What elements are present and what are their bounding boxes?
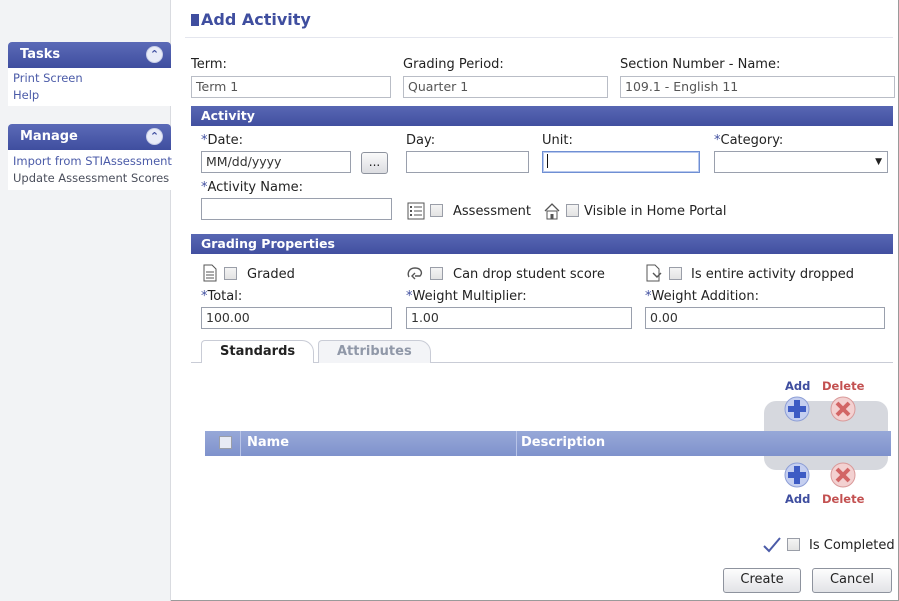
update-assessment-scores-link[interactable]: Update Assessment Scores	[8, 170, 171, 187]
create-button[interactable]: Create	[723, 568, 801, 593]
graded-checkbox[interactable]	[224, 267, 237, 280]
action-ribbon-top	[764, 401, 888, 431]
grading-period-label: Grading Period:	[403, 57, 504, 72]
tasks-panel-title: Tasks	[20, 47, 61, 62]
manage-panel-body: Import from STIAssessment Update Assessm…	[8, 150, 172, 190]
column-header-name[interactable]: Name	[247, 435, 289, 450]
tab-attributes[interactable]: Attributes	[318, 340, 431, 363]
section-label: Section Number - Name:	[620, 57, 781, 72]
term-field: Term 1	[191, 76, 391, 98]
grading-properties-header: Grading Properties	[191, 234, 893, 254]
delete-label-top: Delete	[822, 379, 865, 393]
entire-dropped-icon	[646, 264, 662, 282]
title-divider	[185, 37, 893, 38]
delete-icon[interactable]	[830, 396, 856, 422]
weight-multiplier-label: *Weight Multiplier:	[406, 289, 527, 304]
drop-score-icon	[407, 267, 423, 280]
tasks-panel-body: Print Screen Help	[8, 68, 171, 106]
assessment-checkbox[interactable]	[430, 204, 443, 217]
title-marker-icon	[191, 14, 199, 26]
entire-dropped-checkbox[interactable]	[669, 267, 682, 280]
grading-period-field: Quarter 1	[403, 76, 608, 98]
activity-section-header: Activity	[191, 106, 893, 126]
page-title: Add Activity	[191, 10, 311, 29]
total-label-text: Total:	[207, 289, 243, 304]
weight-addition-label: *Weight Addition:	[645, 289, 759, 304]
column-header-description[interactable]: Description	[521, 435, 605, 450]
term-label: Term:	[191, 57, 227, 72]
visible-home-portal-checkbox[interactable]	[566, 204, 579, 217]
dropdown-arrow-icon[interactable]: ▼	[875, 157, 882, 167]
action-ribbon-bottom	[764, 456, 888, 470]
date-label-text: Date:	[207, 133, 243, 148]
cancel-button[interactable]: Cancel	[812, 568, 892, 593]
sidebar: Tasks ⌃ Print Screen Help Manage ⌃ Impor…	[0, 0, 172, 601]
add-label-top: Add	[785, 379, 811, 393]
page-title-text: Add Activity	[201, 10, 311, 29]
help-link[interactable]: Help	[8, 87, 171, 104]
column-separator	[516, 431, 517, 456]
tab-standards[interactable]: Standards	[201, 340, 315, 363]
weight-multiplier-input[interactable]: 1.00	[406, 307, 632, 329]
activity-name-label: *Activity Name:	[201, 180, 303, 195]
tasks-panel-header[interactable]: Tasks ⌃	[8, 42, 171, 68]
unit-label: Unit:	[542, 133, 573, 148]
checkmark-icon	[763, 537, 781, 553]
standards-grid-header: Name Description	[205, 431, 891, 456]
select-all-checkbox[interactable]	[219, 436, 232, 449]
weight-multiplier-label-text: Weight Multiplier:	[412, 289, 527, 304]
category-label-text: Category:	[720, 133, 784, 148]
activity-name-input[interactable]	[201, 198, 392, 220]
manage-panel-header[interactable]: Manage ⌃	[8, 124, 171, 150]
category-label: *Category:	[714, 133, 783, 148]
date-picker-button[interactable]: ...	[361, 152, 388, 174]
assessment-label: Assessment	[453, 204, 531, 219]
collapse-icon[interactable]: ⌃	[146, 46, 163, 63]
add-label-bottom: Add	[785, 492, 811, 506]
date-label: *Date:	[201, 133, 243, 148]
graded-document-icon	[203, 264, 217, 282]
entire-dropped-label: Is entire activity dropped	[691, 267, 854, 282]
home-icon	[544, 203, 560, 220]
section-field: 109.1 - English 11	[620, 76, 895, 98]
text-cursor	[547, 154, 548, 168]
manage-panel-title: Manage	[20, 129, 78, 144]
assessment-list-icon	[407, 202, 425, 220]
weight-addition-label-text: Weight Addition:	[651, 289, 760, 304]
graded-label: Graded	[247, 267, 295, 282]
activity-name-label-text: Activity Name:	[207, 180, 303, 195]
print-screen-link[interactable]: Print Screen	[8, 70, 171, 87]
weight-addition-input[interactable]: 0.00	[645, 307, 885, 329]
import-from-stiassessment-link[interactable]: Import from STIAssessment	[8, 153, 172, 170]
day-label: Day:	[406, 133, 436, 148]
day-input[interactable]	[406, 151, 529, 173]
visible-home-portal-label: Visible in Home Portal	[584, 204, 727, 219]
drop-score-checkbox[interactable]	[430, 267, 443, 280]
category-select[interactable]: ▼	[714, 151, 888, 173]
add-icon[interactable]	[784, 396, 810, 422]
collapse-icon[interactable]: ⌃	[146, 128, 163, 145]
delete-icon[interactable]	[830, 462, 856, 488]
drop-score-label: Can drop student score	[453, 267, 605, 282]
total-input[interactable]: 100.00	[201, 307, 392, 329]
is-completed-checkbox[interactable]	[787, 538, 800, 551]
unit-input[interactable]	[542, 151, 700, 173]
date-input[interactable]: MM/dd/yyyy	[201, 151, 351, 173]
column-separator	[240, 431, 241, 456]
add-icon[interactable]	[784, 462, 810, 488]
is-completed-label: Is Completed	[809, 538, 895, 553]
total-label: *Total:	[201, 289, 242, 304]
delete-label-bottom: Delete	[822, 492, 865, 506]
